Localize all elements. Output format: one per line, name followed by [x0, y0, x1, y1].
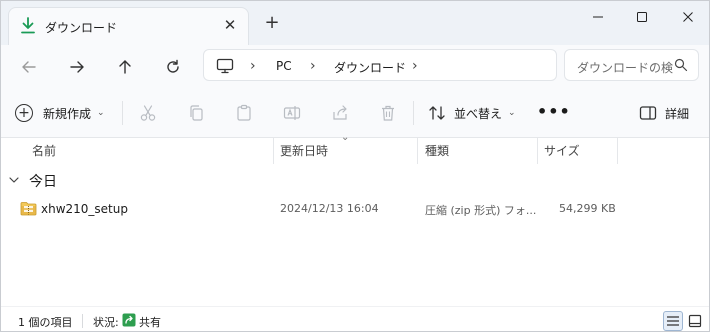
shared-icon	[122, 313, 136, 327]
share-button[interactable]	[330, 103, 350, 123]
file-type: 圧縮 (zip 形式) フォ...	[425, 204, 537, 217]
details-pane-button[interactable]: 詳細	[639, 103, 689, 123]
cut-button[interactable]	[138, 103, 158, 123]
list-view-icon	[667, 316, 679, 326]
tiles-view-button[interactable]	[685, 311, 705, 331]
toolbar-divider	[413, 101, 414, 125]
download-icon	[21, 17, 35, 34]
column-header-size[interactable]: サイズ	[544, 138, 580, 164]
arrow-up-icon	[119, 60, 131, 74]
status-state-label: 状況:	[93, 316, 119, 329]
status-bar: 1 個の項目 状況: 共有	[1, 306, 709, 331]
add-circle-icon: +	[15, 104, 33, 122]
close-window-button[interactable]	[665, 1, 709, 33]
minimize-icon	[593, 16, 603, 18]
new-tab-button[interactable]: +	[263, 14, 281, 32]
sort-arrows-icon	[429, 106, 445, 120]
breadcrumb-separator[interactable]: ›	[310, 58, 316, 74]
navigation-bar: › PC › ダウンロード › ダウンロードの検索	[1, 45, 709, 89]
chevron-down-icon	[9, 176, 21, 187]
group-label: 今日	[29, 174, 57, 190]
status-share-label: 共有	[139, 316, 161, 329]
sort-button-label: 並べ替え	[454, 106, 503, 121]
rename-icon	[283, 106, 301, 120]
command-bar: + 新規作成 ⌄ 並べ替え ⌄ ••• 詳細	[1, 89, 709, 138]
file-explorer-window: ダウンロード ✕ + › PC › ダウンロード › ダウンロードの検 + 新規…	[0, 0, 710, 332]
breadcrumb-pc[interactable]: PC	[276, 59, 292, 73]
file-list: 名前 ⌄ 更新日時 種類 サイズ 今日 xhw210_setup 2024/12…	[1, 132, 709, 306]
tab-title: ダウンロード	[45, 21, 118, 35]
address-bar[interactable]: › PC › ダウンロード ›	[203, 49, 557, 81]
column-header-type[interactable]: 種類	[425, 138, 449, 164]
zip-folder-icon	[20, 202, 37, 216]
item-count: 1 個の項目	[18, 316, 73, 329]
column-separator[interactable]	[417, 138, 418, 164]
column-separator[interactable]	[273, 138, 274, 164]
column-header-modified[interactable]: 更新日時	[280, 138, 328, 164]
copy-icon	[190, 105, 203, 121]
tiles-view-icon	[688, 314, 702, 328]
minimize-button[interactable]	[575, 1, 621, 33]
delete-button[interactable]	[378, 103, 398, 123]
status-divider	[82, 314, 83, 328]
maximize-icon	[637, 12, 647, 22]
scissors-icon	[140, 105, 156, 121]
refresh-button[interactable]	[159, 53, 187, 81]
chevron-down-icon: ⌄	[508, 108, 516, 118]
computer-icon	[216, 58, 234, 74]
search-box[interactable]: ダウンロードの検索	[564, 49, 699, 81]
details-pane-label: 詳細	[665, 106, 690, 121]
arrow-left-icon	[22, 61, 36, 73]
arrow-right-icon	[70, 61, 84, 73]
back-button[interactable]	[15, 53, 43, 81]
toolbar-divider	[122, 101, 123, 125]
rename-button[interactable]	[282, 103, 302, 123]
new-button[interactable]: + 新規作成 ⌄	[15, 101, 105, 125]
copy-button[interactable]	[186, 103, 206, 123]
sort-indicator-icon: ⌄	[341, 132, 350, 143]
group-header-today[interactable]: 今日	[9, 171, 57, 191]
breadcrumb-downloads[interactable]: ダウンロード	[334, 59, 406, 76]
search-input[interactable]: ダウンロードの検索	[577, 59, 673, 76]
maximize-button[interactable]	[619, 1, 665, 33]
search-icon	[674, 58, 688, 72]
file-name: xhw210_setup	[41, 202, 128, 216]
close-icon	[683, 12, 693, 22]
details-view-button[interactable]	[663, 311, 683, 331]
more-options-button[interactable]: •••	[537, 101, 570, 125]
forward-button[interactable]	[63, 53, 91, 81]
new-button-label: 新規作成	[43, 106, 92, 121]
tab-bar: ダウンロード ✕ +	[1, 1, 709, 45]
chevron-down-icon: ⌄	[97, 108, 105, 118]
file-row[interactable]: xhw210_setup 2024/12/13 16:04 圧縮 (zip 形式…	[1, 198, 709, 220]
tab-close-icon[interactable]: ✕	[222, 17, 238, 33]
breadcrumb-separator[interactable]: ›	[250, 58, 256, 74]
trash-icon	[382, 105, 394, 121]
column-header-name[interactable]: 名前	[32, 138, 56, 164]
clipboard-icon	[237, 104, 251, 121]
column-separator[interactable]	[537, 138, 538, 164]
refresh-icon	[167, 59, 179, 73]
up-button[interactable]	[111, 53, 139, 81]
file-modified: 2024/12/13 16:04	[280, 202, 379, 215]
details-pane-icon	[639, 106, 657, 120]
file-size: 54,299 KB	[559, 202, 616, 215]
breadcrumb-separator[interactable]: ›	[412, 58, 418, 74]
column-separator[interactable]	[617, 138, 618, 164]
share-icon	[333, 105, 347, 120]
tab-downloads[interactable]: ダウンロード ✕	[8, 7, 249, 45]
sort-button[interactable]: 並べ替え ⌄	[428, 103, 516, 123]
paste-button[interactable]	[234, 103, 254, 123]
